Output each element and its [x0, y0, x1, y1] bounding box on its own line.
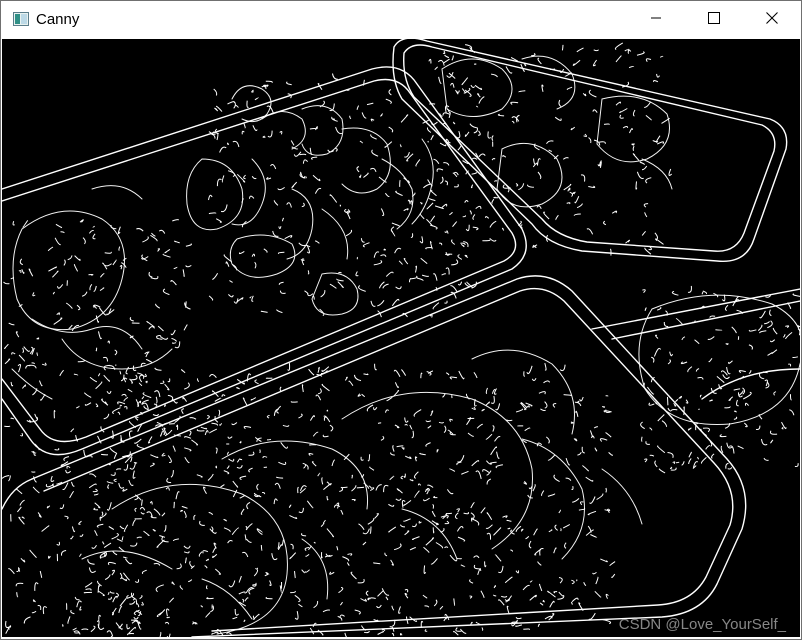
app-window: Canny CSDN @Love_YourSelf_ [0, 0, 802, 640]
edge-fragment [65, 602, 68, 610]
edge-fragment [363, 373, 369, 376]
edge-fragment [252, 584, 257, 586]
edge-fragment [83, 591, 93, 594]
edge-fragment [570, 421, 574, 424]
edge-fragment [356, 486, 365, 489]
minimize-button[interactable] [627, 1, 685, 39]
minimize-icon [650, 11, 662, 29]
close-icon [766, 11, 778, 29]
edge-drawing [2, 39, 800, 637]
edge-fragment [339, 204, 342, 207]
edge-fragment [141, 499, 143, 506]
edge-fragment [95, 347, 98, 352]
edge-fragment [351, 474, 353, 479]
title-bar[interactable]: Canny [1, 1, 801, 39]
window-title: Canny [36, 11, 80, 28]
edge-fragment [432, 527, 435, 534]
edge-fragment [507, 527, 511, 530]
edge-fragment [260, 544, 263, 551]
edge-fragment [474, 63, 477, 65]
canny-edge-image: CSDN @Love_YourSelf_ [2, 39, 800, 637]
edge-fragment [340, 486, 348, 489]
edge-fragment [683, 406, 685, 416]
edge-fragment [299, 153, 307, 156]
edge-fragment [427, 140, 429, 143]
edge-fragment [456, 557, 462, 560]
edge-fragment [641, 436, 643, 442]
edge-fragment [610, 248, 612, 256]
maximize-icon [708, 11, 720, 29]
image-window-icon [13, 12, 29, 26]
maximize-button[interactable] [685, 1, 743, 39]
edge-fragment [561, 44, 564, 51]
edge-fragment [576, 579, 578, 582]
edge-fragment [399, 179, 401, 187]
close-button[interactable] [743, 1, 801, 39]
watermark: CSDN @Love_YourSelf_ [618, 616, 786, 633]
